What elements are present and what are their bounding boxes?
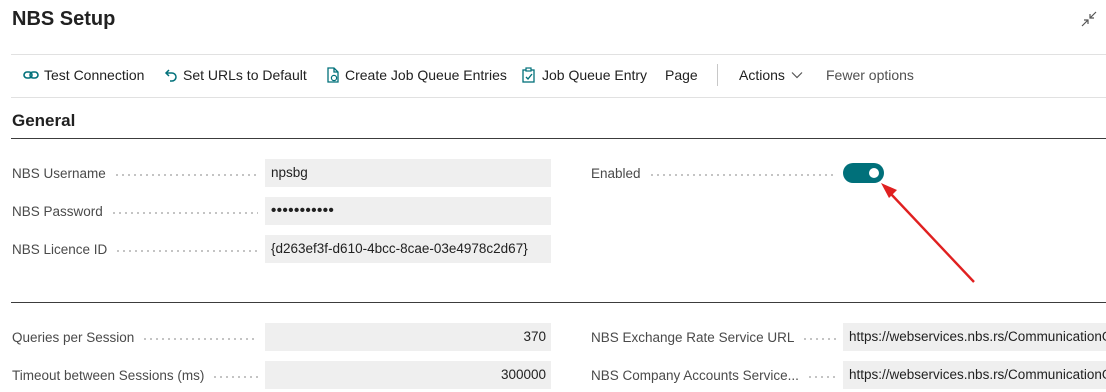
test-connection-button[interactable]: Test Connection: [23, 62, 144, 88]
nbs-password-field[interactable]: •••••••••••: [265, 197, 551, 225]
fewer-options-button[interactable]: Fewer options: [826, 62, 914, 88]
undo-icon: [164, 69, 177, 82]
nbs-licence-id-field[interactable]: {d263ef3f-d610-4bcc-8cae-03e4978c2d67}: [265, 235, 551, 263]
timeout-between-sessions-label: Timeout between Sessions (ms): [12, 361, 258, 389]
job-queue-entry-label: Job Queue Entry: [542, 67, 648, 83]
group-divider: [11, 302, 1106, 303]
toggle-knob: [869, 168, 879, 178]
company-accounts-service-url-field[interactable]: https://webservices.nbs.rs/Communication…: [843, 361, 1106, 389]
queries-per-session-label: Queries per Session: [12, 323, 258, 351]
set-urls-default-label: Set URLs to Default: [183, 67, 307, 83]
queries-per-session-field[interactable]: 370: [265, 323, 551, 351]
page-title: NBS Setup: [12, 8, 116, 30]
toolbar-divider-bottom: [11, 97, 1106, 98]
create-job-queue-entries-button[interactable]: Create Job Queue Entries: [326, 62, 507, 88]
nbs-licence-id-label: NBS Licence ID: [12, 235, 258, 263]
link-icon: [23, 71, 39, 79]
section-rule: [11, 138, 1106, 139]
page-menu-button[interactable]: Page: [665, 62, 698, 88]
enabled-label: Enabled: [591, 159, 836, 187]
fewer-options-label: Fewer options: [826, 67, 914, 83]
clipboard-check-icon: [522, 67, 535, 83]
company-accounts-service-label: NBS Company Accounts Service...: [591, 361, 836, 389]
timeout-between-sessions-field[interactable]: 300000: [265, 361, 551, 389]
page-menu-label: Page: [665, 67, 698, 83]
chevron-down-icon: [791, 72, 803, 79]
action-bar: Test Connection Set URLs to Default Crea…: [0, 62, 1106, 88]
enabled-toggle[interactable]: [843, 163, 884, 183]
test-connection-label: Test Connection: [44, 67, 145, 83]
create-job-queue-entries-label: Create Job Queue Entries: [345, 67, 507, 83]
job-queue-entry-button[interactable]: Job Queue Entry: [521, 62, 647, 88]
section-title-general: General: [12, 111, 76, 130]
exchange-rate-service-url-label: NBS Exchange Rate Service URL: [591, 323, 836, 351]
nbs-password-label: NBS Password: [12, 197, 258, 225]
collapse-icon[interactable]: [1079, 9, 1099, 29]
exchange-rate-service-url-field[interactable]: https://webservices.nbs.rs/Communication…: [843, 323, 1106, 351]
toolbar-separator: [717, 64, 718, 86]
nbs-username-label: NBS Username: [12, 159, 258, 187]
actions-menu-button[interactable]: Actions: [739, 62, 803, 88]
actions-menu-label: Actions: [739, 67, 785, 83]
nbs-setup-page: NBS Setup Test Connection Set URLs to De…: [0, 0, 1106, 392]
document-add-icon: [327, 67, 339, 83]
toolbar-divider-top: [11, 54, 1106, 55]
nbs-username-field[interactable]: npsbg: [265, 159, 551, 187]
set-urls-default-button[interactable]: Set URLs to Default: [164, 62, 307, 88]
